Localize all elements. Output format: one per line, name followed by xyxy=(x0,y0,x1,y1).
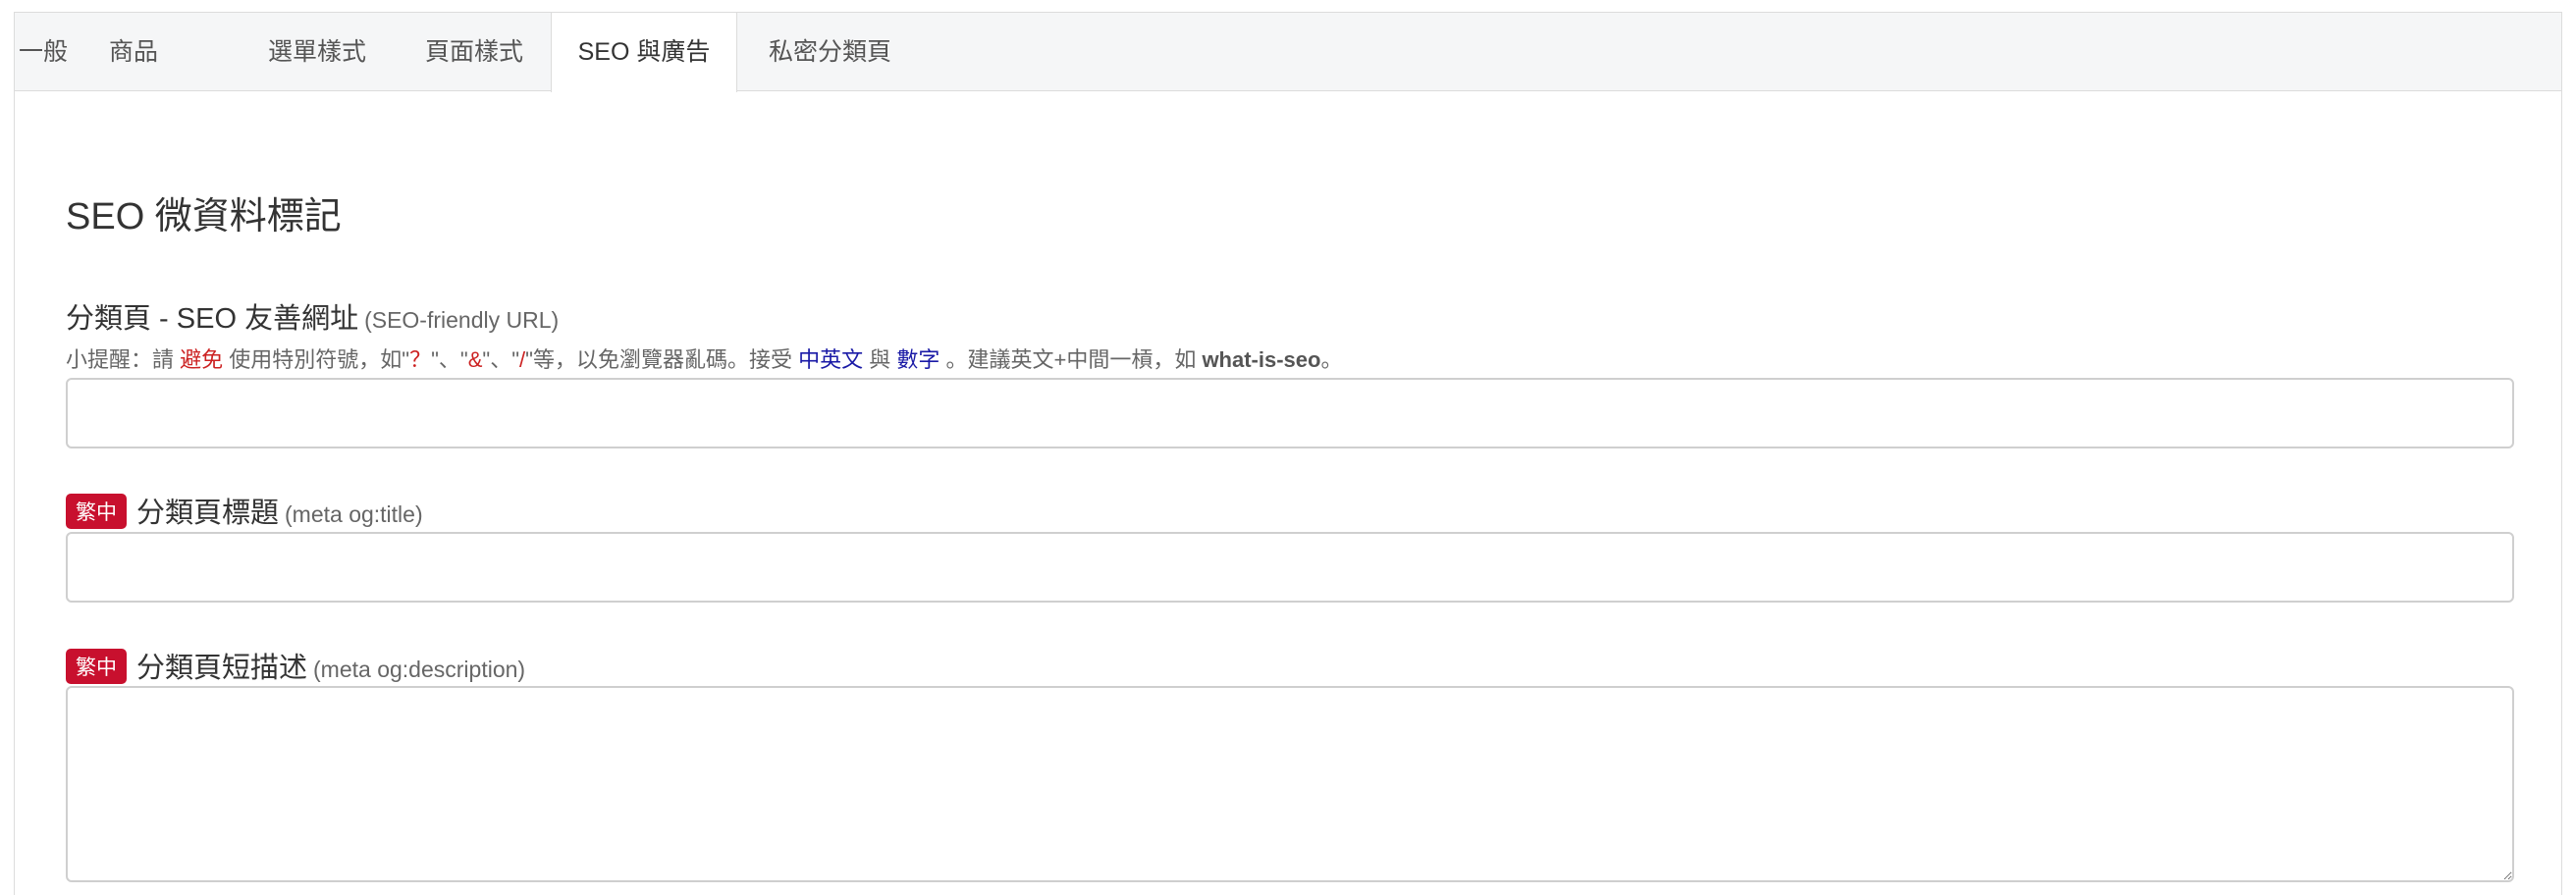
title-label-sub: (meta og:title) xyxy=(285,501,423,527)
tab-menu-style[interactable]: 選單樣式 xyxy=(268,13,386,91)
tab-label: 私密分類頁 xyxy=(769,38,892,66)
tab-label: 一般 xyxy=(18,38,68,66)
slug-label: 分類頁 - SEO 友善網址 (SEO-friendly URL) xyxy=(66,295,559,337)
hint-symbol-question: ？ xyxy=(409,347,432,372)
hint-symbol-amp: & xyxy=(467,347,483,372)
hint-avoid: 避免 xyxy=(180,347,224,372)
language-badge: 繁中 xyxy=(66,649,127,684)
slug-hint: 小提醒：請 避免 使用特別符號，如"？"、"&"、"/"等，以免瀏覽器亂碼。接受… xyxy=(66,342,1342,374)
title-label-text: 分類頁標題 xyxy=(136,498,280,529)
hint-text: "、" xyxy=(431,347,468,372)
title-label: 繁中 分類頁標題 (meta og:title) xyxy=(66,490,423,531)
tab-private-category[interactable]: 私密分類頁 xyxy=(769,13,906,91)
hint-text: 。 xyxy=(1320,347,1343,372)
hint-chinese-english: 中英文 xyxy=(798,347,864,372)
description-label: 繁中 分類頁短描述 (meta og:description) xyxy=(66,645,525,686)
slug-input[interactable] xyxy=(66,378,2514,448)
tab-label: 頁面樣式 xyxy=(425,38,524,66)
hint-text: "、" xyxy=(482,347,520,372)
section-title: SEO 微資料標記 xyxy=(66,196,342,237)
tab-products[interactable]: 商品 xyxy=(109,13,207,91)
tab-label: 選單樣式 xyxy=(268,38,367,66)
description-textarea[interactable] xyxy=(66,686,2514,882)
hint-text: 使用特別符號，如" xyxy=(223,347,410,372)
hint-example: what-is-seo xyxy=(1202,347,1321,372)
tab-general[interactable]: 一般 xyxy=(15,13,72,91)
hint-text: 與 xyxy=(863,347,897,372)
description-label-sub: (meta og:description) xyxy=(313,657,526,682)
tab-page-style[interactable]: 頁面樣式 xyxy=(425,13,543,91)
hint-digits: 數字 xyxy=(896,347,940,372)
tab-seo-ads[interactable]: SEO 與廣告 xyxy=(551,13,737,92)
tab-bar: 一般 商品 選單樣式 頁面樣式 SEO 與廣告 私密分類頁 xyxy=(15,13,2561,92)
slug-label-sub: (SEO-friendly URL) xyxy=(364,307,560,333)
description-label-text: 分類頁短描述 xyxy=(136,653,308,684)
hint-text: 小提醒：請 xyxy=(66,347,181,372)
hint-text: 。建議英文+中間一槓，如 xyxy=(939,347,1203,372)
language-badge: 繁中 xyxy=(66,494,127,529)
title-input[interactable] xyxy=(66,532,2514,603)
tab-label: SEO 與廣告 xyxy=(577,38,711,66)
settings-panel: 一般 商品 選單樣式 頁面樣式 SEO 與廣告 私密分類頁 SEO 微資料標記 … xyxy=(14,12,2562,895)
hint-text: "等，以免瀏覽器亂碼。接受 xyxy=(525,347,799,372)
tab-label: 商品 xyxy=(109,38,159,66)
slug-label-text: 分類頁 - SEO 友善網址 xyxy=(66,303,359,335)
